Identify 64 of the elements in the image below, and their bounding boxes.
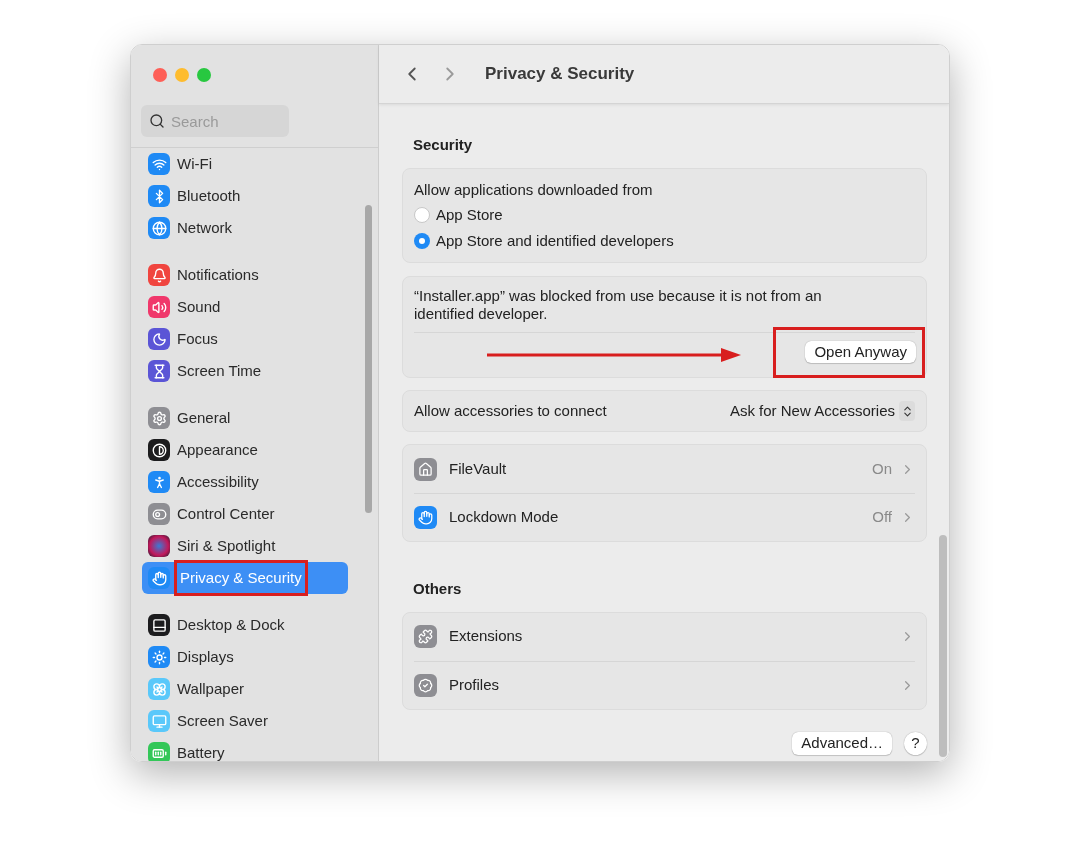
- sidebar-item[interactable]: Desktop & Dock: [142, 609, 348, 641]
- radio-label: App Store: [436, 205, 503, 225]
- screen-icon: [148, 710, 170, 732]
- speaker-icon: [148, 296, 170, 318]
- setting-label: Allow applications downloaded from: [414, 179, 654, 200]
- search-field[interactable]: Search: [141, 105, 289, 137]
- help-button[interactable]: ?: [904, 731, 927, 755]
- sidebar-item[interactable]: Focus: [142, 323, 348, 355]
- gear-icon: [148, 407, 170, 429]
- sidebar-item[interactable]: Siri & Spotlight: [142, 530, 348, 562]
- page-title: Privacy & Security: [485, 63, 635, 86]
- sidebar-item[interactable]: Appearance: [142, 434, 348, 466]
- bell-icon: [148, 264, 170, 286]
- scrollbar[interactable]: [939, 535, 947, 757]
- sun-icon: [148, 646, 170, 668]
- zoom-icon[interactable]: [197, 68, 211, 82]
- close-icon[interactable]: [153, 68, 167, 82]
- settings-row[interactable]: Profiles: [414, 660, 915, 709]
- radio-label: App Store and identified developers: [436, 230, 674, 251]
- settings-row[interactable]: Extensions: [414, 612, 915, 661]
- settings-row[interactable]: FileVault On: [414, 445, 915, 493]
- advanced-button[interactable]: Advanced…: [792, 731, 892, 755]
- contrast-icon: [148, 439, 170, 461]
- house-icon: [414, 457, 437, 481]
- search-icon: [149, 113, 165, 129]
- sidebar-item[interactable]: Wi-Fi: [142, 148, 348, 180]
- battery-icon: [148, 742, 170, 761]
- setting-label: Allow accessories to connect: [414, 400, 607, 421]
- sidebar-item[interactable]: Screen Time: [142, 355, 348, 387]
- open-anyway-button[interactable]: Open Anyway: [805, 341, 916, 363]
- accessories-popup[interactable]: Ask for New Accessories: [729, 399, 915, 423]
- dock-icon: [148, 614, 170, 636]
- flower-icon: [148, 678, 170, 700]
- sidebar-item[interactable]: Control Center: [142, 498, 348, 530]
- puzzle-icon: [414, 625, 437, 648]
- sidebar-item[interactable]: Displays: [142, 641, 348, 673]
- hourglass-icon: [148, 360, 170, 382]
- toggles-icon: [148, 503, 170, 525]
- blocked-message: “Installer.app” was blocked from use because it is not from an identified developer.: [414, 287, 823, 323]
- minimize-icon[interactable]: [175, 68, 189, 82]
- bluetooth-icon: [148, 185, 170, 207]
- globe-icon: [148, 217, 170, 239]
- radio-button[interactable]: [414, 207, 430, 224]
- sidebar-item[interactable]: Accessibility: [142, 466, 348, 498]
- sidebar-item[interactable]: Bluetooth: [142, 180, 348, 212]
- sidebar-item[interactable]: Sound: [142, 291, 348, 323]
- sidebar-item[interactable]: Screen Saver: [142, 705, 348, 737]
- orb-icon: [148, 535, 170, 557]
- sidebar-item[interactable]: Battery: [142, 737, 348, 761]
- sidebar-item[interactable]: Network: [142, 212, 348, 244]
- moon-icon: [148, 328, 170, 350]
- section-heading: Others: [413, 579, 463, 599]
- scrollbar[interactable]: [365, 205, 372, 513]
- accessibility-icon: [148, 471, 170, 493]
- sidebar-item[interactable]: Wallpaper: [142, 673, 348, 705]
- sidebar-item[interactable]: Notifications: [142, 259, 348, 291]
- hand-icon: [414, 506, 437, 529]
- radio-button[interactable]: [414, 232, 430, 249]
- badge-check-icon: [414, 673, 437, 697]
- section-heading: Security: [413, 135, 474, 155]
- wifi-icon: [148, 153, 170, 175]
- hand-icon: [148, 567, 170, 589]
- settings-row[interactable]: Lockdown Mode Off: [414, 493, 915, 541]
- sidebar-item[interactable]: General: [142, 402, 348, 434]
